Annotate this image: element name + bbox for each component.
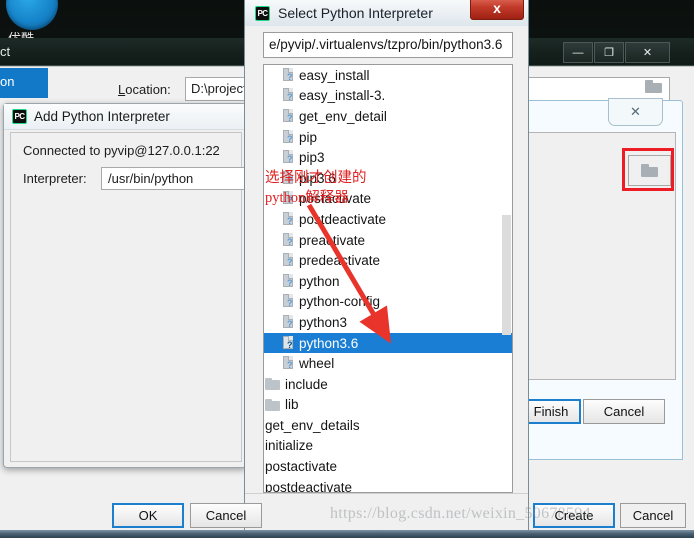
file-name: include [285,376,328,392]
script-file-icon: ? [282,356,295,371]
file-list-item[interactable]: ?postdeactivate [264,477,512,493]
sidebar-item-selected[interactable]: on [0,68,48,98]
file-name: postactivate [265,459,338,475]
file-list-item[interactable]: ?postactivate [264,456,512,477]
file-list-item[interactable]: ?get_env_details [264,415,512,436]
script-file-icon: ? [282,129,295,145]
file-list-item[interactable]: ?initialize [264,436,512,457]
file-name: lib [285,397,299,413]
cancel-button-wizard[interactable]: Cancel [583,399,665,424]
close-icon[interactable]: x [470,0,524,20]
interpreter-path-value: e/pyvip/.virtualenvs/tzpro/bin/python3.6 [269,37,503,52]
add-python-interpreter-dialog: PC Add Python Interpreter Connected to p… [3,103,301,468]
file-name: get_env_detail [299,108,387,124]
pycharm-logo-icon: PC [12,109,27,124]
sidebar-item-label: on [0,74,15,89]
script-file-icon: ? [282,67,295,83]
add-interpreter-title: Add Python Interpreter [34,109,170,124]
file-list-item[interactable]: ? pip [264,127,512,148]
select-dialog-titlebar: PC Select Python Interpreter x [245,0,528,26]
finish-button[interactable]: Finish [521,399,581,424]
browse-interpreter-button[interactable] [628,155,671,186]
ok-button[interactable]: OK [112,503,184,528]
file-name: postdeactivate [265,479,353,493]
taskbar [0,530,694,538]
file-list-scrollbar[interactable] [502,215,511,335]
folder-open-icon [641,164,658,177]
close-icon[interactable]: ✕ [608,98,663,126]
cancel-button-select[interactable]: Cancel [190,503,262,528]
file-name: wheel [299,356,335,372]
select-dialog-title: Select Python Interpreter [278,5,433,21]
folder-icon [265,378,280,391]
folder-icon[interactable] [645,80,663,96]
window-minimize-button[interactable]: — [563,42,593,63]
folder-icon [265,398,280,411]
interpreter-label: Interpreter: [23,171,87,186]
connection-status-text: Connected to pyvip@127.0.0.1:22 [23,143,220,158]
file-name: get_env_details [265,417,360,433]
annotation-arrow-icon [306,203,391,344]
file-name: easy_install-3. [299,88,386,104]
file-name: pip [299,129,318,145]
interpreter-path-field[interactable]: e/pyvip/.virtualenvs/tzpro/bin/python3.6 [263,32,513,58]
location-label: Location: [118,82,171,97]
file-name: initialize [265,438,314,454]
file-list-item[interactable]: ? easy_install [264,65,512,86]
file-list-item[interactable]: ? pip3 [264,147,512,168]
file-name: pip3 [299,150,325,166]
file-list-item[interactable]: ? easy_install-3. [264,86,512,107]
create-button[interactable]: Create [533,503,615,528]
file-list-item[interactable]: ›lib [264,395,512,416]
file-list-item[interactable]: ›include [264,374,512,395]
pycharm-logo-icon: PC [255,5,270,21]
cancel-button-main[interactable]: Cancel [620,503,686,528]
project-tab-label[interactable]: ct [0,44,10,59]
add-interpreter-titlebar: PC Add Python Interpreter [4,104,246,130]
file-name: easy_install [299,67,370,83]
file-list-item[interactable]: ? wheel [264,353,512,374]
window-maximize-button[interactable]: ❐ [594,42,624,63]
browse-button-highlight [622,148,674,191]
add-interpreter-body: Connected to pyvip@127.0.0.1:22 Interpre… [10,132,301,462]
script-file-icon: ? [282,88,295,103]
annotation-line-1: 选择刚才创建的 [265,170,367,186]
script-file-icon: ? [282,108,295,124]
script-file-icon: ? [282,150,295,165]
file-list-item[interactable]: ? get_env_detail [264,106,512,127]
window-close-button[interactable]: ✕ [625,42,670,63]
